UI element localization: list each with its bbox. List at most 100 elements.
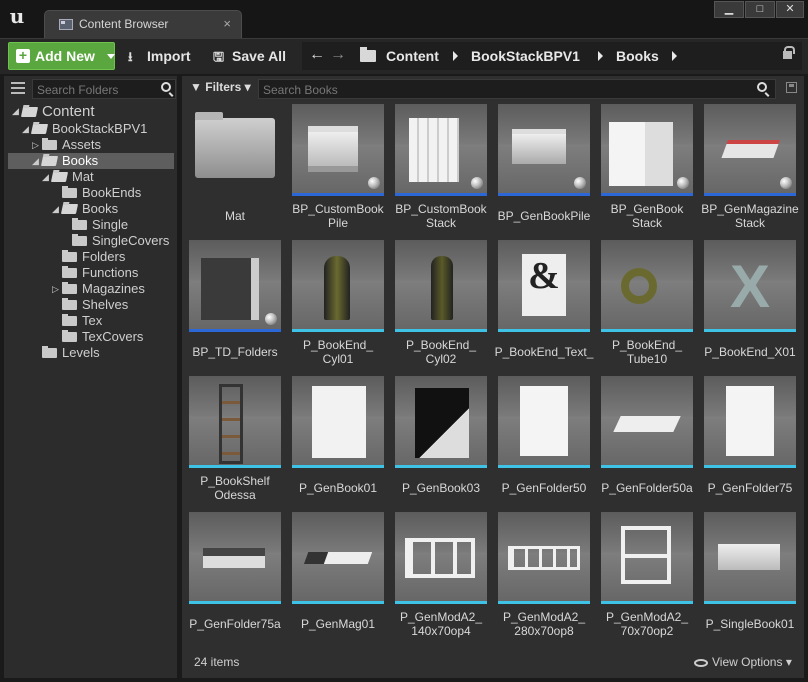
close-button[interactable]: ✕	[776, 1, 804, 18]
import-button[interactable]: ⭳ Import	[128, 42, 196, 70]
asset-name: BP_CustomBook Stack	[395, 202, 487, 230]
expanded-arrow-icon[interactable]: ◢	[12, 106, 19, 117]
asset-name: P_GenModA2_ 70x70op2	[605, 610, 689, 638]
lock-icon[interactable]	[783, 46, 795, 59]
expanded-arrow-icon[interactable]: ◢	[22, 124, 29, 135]
maximize-button[interactable]: □	[745, 1, 775, 18]
expanded-arrow-icon[interactable]: ◢	[42, 172, 49, 183]
title-bar: u Content Browser × ▁ □ ✕	[0, 0, 808, 38]
import-icon: ⭳	[128, 49, 133, 64]
asset-search-input[interactable]	[263, 82, 743, 97]
tree-item[interactable]: Folders	[8, 249, 174, 265]
tree-item[interactable]: BookEnds	[8, 185, 174, 201]
view-options-label: View Options	[712, 655, 783, 669]
search-icon[interactable]	[757, 82, 767, 92]
tree-item-label: Books	[62, 153, 99, 168]
tab-close-icon[interactable]: ×	[223, 16, 231, 31]
folder-search-input[interactable]	[37, 82, 155, 97]
folder-open-icon	[30, 124, 49, 134]
tree-item[interactable]: Functions	[8, 265, 174, 281]
tree-item[interactable]: Single	[8, 217, 174, 233]
tree-item[interactable]: Levels	[8, 345, 174, 361]
asset-thumbnail	[498, 104, 590, 196]
asset-name: P_GenFolder75a	[189, 617, 281, 631]
content-browser-window: u Content Browser × ▁ □ ✕ + Add New ⭳ Im…	[0, 0, 808, 682]
asset-name: BP_GenBookPile	[497, 209, 591, 223]
expanded-arrow-icon[interactable]: ◢	[52, 204, 59, 215]
folder-open-icon	[50, 172, 69, 182]
minimize-button[interactable]: ▁	[714, 1, 744, 18]
folder-icon	[195, 112, 275, 178]
asset-name: P_GenBook03	[401, 481, 481, 495]
tree-item[interactable]: ◢ Books	[8, 201, 174, 217]
collapsed-arrow-icon[interactable]: ▷	[32, 140, 39, 151]
asset-thumbnail	[395, 512, 487, 604]
search-icon[interactable]	[161, 82, 171, 92]
folder-icon	[62, 250, 77, 262]
forward-arrow-icon[interactable]: →	[330, 46, 346, 64]
asset-name: P_BookEnd_X01	[704, 345, 796, 359]
tree-item[interactable]: SingleCovers	[8, 233, 174, 249]
asset-thumbnail: X	[704, 240, 796, 332]
tree-item[interactable]: Shelves	[8, 297, 174, 313]
blueprint-sphere-icon	[265, 313, 277, 325]
expanded-arrow-icon[interactable]: ◢	[32, 156, 39, 167]
tree-item-label: Tex	[82, 313, 103, 328]
breadcrumb-separator-icon[interactable]	[598, 51, 603, 61]
filters-button[interactable]: ▼ Filters ▾	[190, 80, 251, 94]
folder-search-box[interactable]	[32, 79, 176, 99]
sources-toggle-icon[interactable]	[9, 79, 31, 97]
asset-name: P_GenFolder50a	[601, 481, 693, 495]
view-options-button[interactable]: View Options ▾	[694, 655, 792, 669]
tree-item[interactable]: Tex	[8, 313, 174, 329]
folder-icon	[62, 282, 77, 294]
collapsed-arrow-icon[interactable]: ▷	[52, 284, 59, 295]
import-label: Import	[147, 48, 191, 64]
save-search-icon[interactable]	[786, 82, 797, 93]
tree-item-label: Assets	[62, 137, 102, 152]
asset-name: P_GenModA2_ 140x70op4	[399, 610, 483, 638]
asset-name: BP_TD_Folders	[192, 345, 278, 359]
asset-thumbnail	[601, 512, 693, 604]
tree-item-label: Levels	[62, 345, 100, 360]
tree-item[interactable]: TexCovers	[8, 329, 174, 345]
breadcrumb-books[interactable]: Books	[616, 48, 659, 64]
tree-item[interactable]: ▷ Magazines	[8, 281, 174, 297]
tree-item[interactable]: ◢ Books	[8, 153, 174, 169]
tree-item-label: SingleCovers	[92, 233, 170, 248]
folder-icon	[42, 346, 57, 358]
breadcrumb-separator-icon[interactable]	[672, 51, 677, 61]
breadcrumb-separator-icon[interactable]	[453, 51, 458, 61]
asset-name: BP_CustomBook Pile	[292, 202, 384, 230]
asset-thumbnail	[292, 376, 384, 468]
folder-open-icon	[40, 156, 59, 166]
tree-item-label: BookEnds	[82, 185, 142, 200]
asset-search-box[interactable]	[258, 79, 776, 99]
asset-thumbnail	[189, 376, 281, 468]
tree-item[interactable]: ▷ Assets	[8, 137, 174, 153]
asset-thumbnail	[395, 240, 487, 332]
tree-item-label: Single	[92, 217, 129, 232]
save-all-button[interactable]: 🖫 Save All	[213, 42, 293, 70]
back-arrow-icon[interactable]: ←	[309, 46, 325, 64]
asset-name: P_SingleBook01	[705, 617, 795, 631]
breadcrumb-bookstack[interactable]: BookStackBPV1	[471, 48, 580, 64]
tree-item[interactable]: ◢ BookStackBPV1	[8, 121, 174, 137]
asset-name: P_BookEnd_ Cyl02	[405, 338, 477, 366]
asset-name: P_GenFolder50	[501, 481, 587, 495]
tree-item-label: BookStackBPV1	[52, 121, 148, 136]
asset-thumbnail	[498, 376, 590, 468]
tab-label: Content Browser	[79, 17, 169, 31]
tree-item[interactable]: ◢ Content	[8, 103, 174, 121]
asset-name: P_BookEnd_ Cyl01	[302, 338, 374, 366]
add-new-button[interactable]: + Add New	[8, 42, 115, 70]
asset-name: P_BookEnd_ Tube10	[611, 338, 683, 366]
folder-open-icon	[20, 107, 39, 117]
asset-thumbnail	[395, 104, 487, 196]
tree-item[interactable]: ◢ Mat	[8, 169, 174, 185]
asset-thumbnail	[704, 104, 796, 196]
chevron-down-icon	[107, 54, 115, 59]
asset-view-panel: ▼ Filters ▾ Mat BP_CustomBookPile BP_Custo…	[182, 76, 804, 678]
breadcrumb-content[interactable]: Content	[386, 48, 439, 64]
tab-content-browser[interactable]: Content Browser ×	[44, 10, 242, 38]
